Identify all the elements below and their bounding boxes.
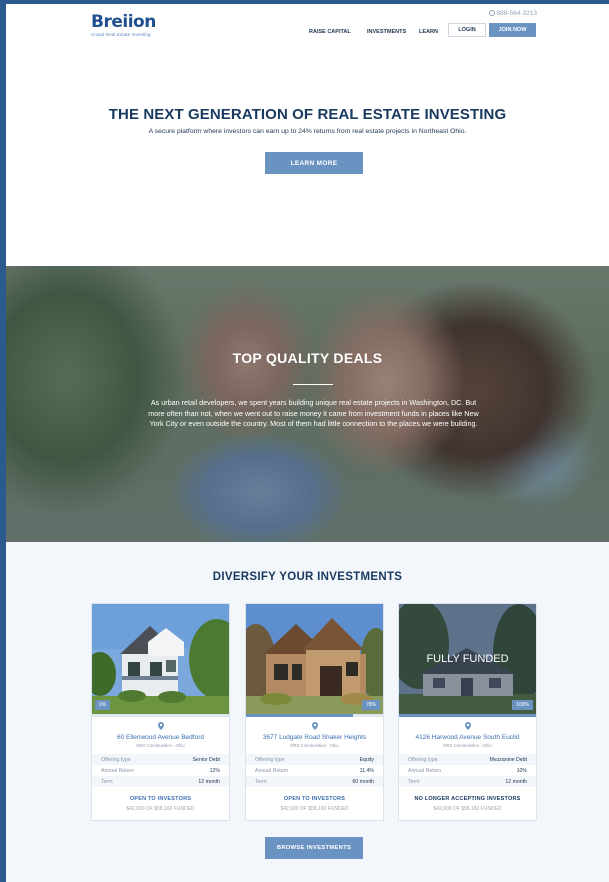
property-image (246, 604, 383, 714)
progress-bar (246, 714, 383, 717)
location-pin-icon (92, 722, 229, 732)
term-value: 60 month (352, 778, 374, 785)
phone-number[interactable]: 888-564-3213 (488, 10, 537, 17)
offering-label: Offering type (408, 756, 438, 763)
term-label: Term (408, 778, 420, 785)
location-pin-icon (246, 722, 383, 732)
return-value: 11.4% (359, 767, 374, 774)
offering-row: Offering type Equity (246, 754, 383, 765)
funded-amount: $42,000 OF $58,160 FUNDED (433, 806, 502, 812)
term-label: Term (101, 778, 113, 785)
card-status: OPEN TO INVESTORS (283, 796, 346, 802)
card-status: OPEN TO INVESTORS (129, 796, 192, 802)
top-border (0, 0, 609, 4)
progress-bar (399, 714, 536, 717)
property-image: FULLY FUNDED (399, 604, 536, 714)
progress-fill (399, 714, 536, 717)
logo-text: Breiion (91, 12, 156, 32)
progress-badge: 100% (512, 700, 533, 710)
term-row: Term 12 month (399, 776, 536, 787)
offering-row: Offering type Senior Debt (92, 754, 229, 765)
return-row: Annual Return 12% (92, 765, 229, 776)
return-value: 12% (209, 767, 220, 774)
deals-title: TOP QUALITY DEALS (232, 350, 383, 366)
hero-title: THE NEXT GENERATION OF REAL ESTATE INVES… (108, 106, 507, 123)
offering-value: Senior Debt (192, 756, 220, 763)
divider (293, 384, 333, 385)
nav-learn[interactable]: LEARN (419, 29, 438, 35)
term-value: 12 month (198, 778, 220, 785)
card-status: NO LONGER ACCEPTING INVESTORS (414, 796, 521, 802)
offering-value: Equity (359, 756, 374, 763)
investment-card[interactable]: 78% 3677 Ludgate Road Shaker Heights NRS… (245, 603, 384, 821)
offering-label: Offering type (101, 756, 131, 763)
nav-investments[interactable]: INVESTMENTS (367, 29, 406, 35)
login-button[interactable]: LOGIN (448, 23, 486, 37)
property-name[interactable]: 60 Ellenwood Avenue Bedford (92, 734, 229, 741)
return-row: Annual Return 11.4% (246, 765, 383, 776)
investment-card[interactable]: FULLY FUNDED 100% 4126 Harwood Avenue So… (398, 603, 537, 821)
term-value: 12 month (505, 778, 527, 785)
funded-amount: $42,000 OF $58,160 FUNDED (280, 806, 349, 812)
nav-raise-capital[interactable]: RAISE CAPITAL (309, 29, 351, 35)
phone-icon (488, 10, 495, 16)
fully-funded-label: FULLY FUNDED (426, 653, 509, 665)
return-row: Annual Return 10% (399, 765, 536, 776)
term-row: Term 12 month (92, 776, 229, 787)
couple-photo-banner: TOP QUALITY DEALS As urban retail develo… (6, 266, 609, 542)
deals-text: As urban retail developers, we spent yea… (148, 398, 479, 428)
term-label: Term (255, 778, 267, 785)
property-image (92, 604, 229, 714)
return-label: Annual Return (255, 767, 289, 774)
offering-label: Offering type (255, 756, 285, 763)
hero-subtitle: A secure platform where investors can ea… (148, 128, 467, 135)
return-label: Annual Return (408, 767, 442, 774)
logo[interactable]: Breiion Crowd Real Estate Investing (91, 12, 156, 38)
progress-badge: 0% (95, 700, 111, 710)
logo-tagline: Crowd Real Estate Investing (91, 32, 151, 37)
property-location: NRS Communities - Ohio (443, 743, 492, 748)
return-label: Annual Return (101, 767, 135, 774)
phone-text: 888-564-3213 (496, 10, 537, 17)
investment-card[interactable]: 0% 60 Ellenwood Avenue Bedford NRS Commu… (91, 603, 230, 821)
offering-row: Offering type Mezzanine Debt (399, 754, 536, 765)
offering-value: Mezzanine Debt (489, 756, 528, 763)
property-location: NRS Communities - Ohio (136, 743, 185, 748)
funded-amount: $42,000 OF $58,160 FUNDED (126, 806, 195, 812)
progress-fill (246, 714, 353, 717)
learn-more-button[interactable]: LEARN MORE (265, 152, 363, 174)
left-border (0, 0, 6, 882)
browse-investments-button[interactable]: BROWSE INVESTMENTS (265, 837, 363, 859)
progress-bar (92, 714, 229, 717)
property-name[interactable]: 3677 Ludgate Road Shaker Heights (246, 734, 383, 741)
return-value: 10% (516, 767, 527, 774)
join-now-button[interactable]: JOIN NOW (489, 23, 536, 37)
site-header: Breiion Crowd Real Estate Investing 888-… (6, 4, 609, 44)
progress-badge: 78% (361, 700, 380, 710)
property-location: NRS Communities - Ohio (290, 743, 339, 748)
location-pin-icon (399, 722, 536, 732)
term-row: Term 60 month (246, 776, 383, 787)
investments-title: DIVERSIFY YOUR INVESTMENTS (212, 571, 403, 583)
property-name[interactable]: 4126 Harwood Avenue South Euclid (399, 734, 536, 741)
